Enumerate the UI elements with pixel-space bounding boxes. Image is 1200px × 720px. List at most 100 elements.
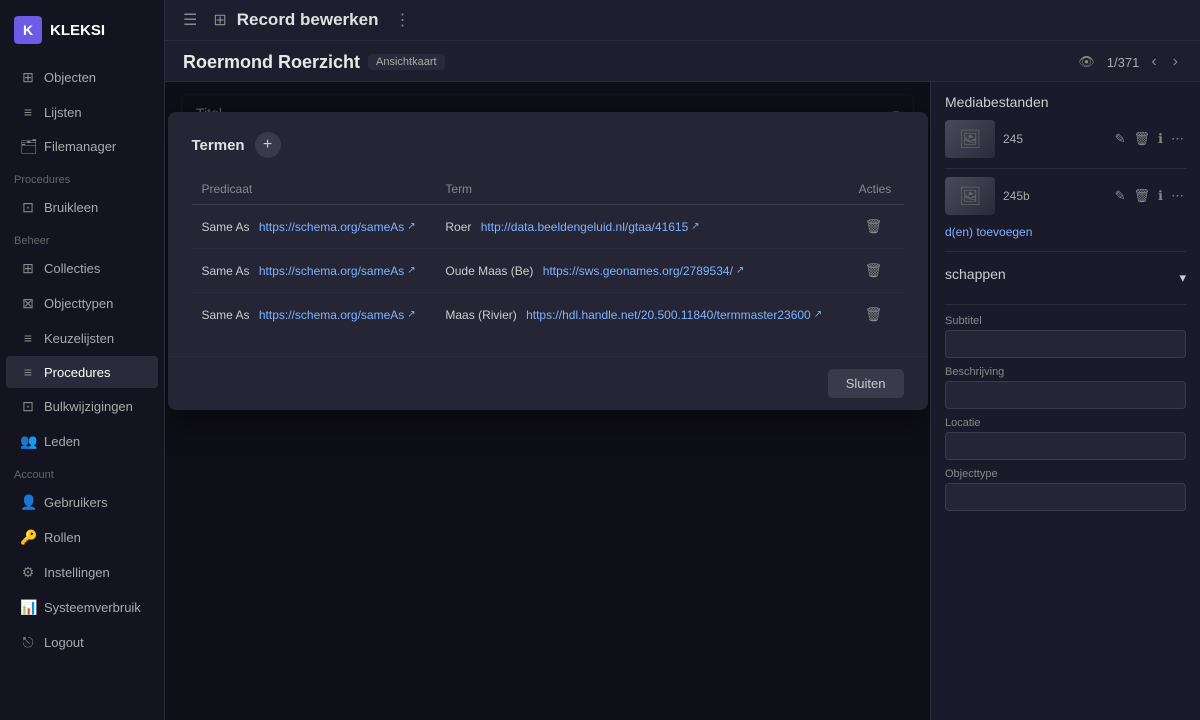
predicaat-link[interactable]: https://schema.org/sameAs ↗	[259, 220, 416, 234]
predicaat-column-header: Predicaat	[192, 174, 436, 205]
term-url-link[interactable]: https://hdl.handle.net/20.500.11840/term…	[526, 308, 822, 322]
more-media-button[interactable]: ⋯	[1169, 129, 1186, 149]
termen-table: Predicaat Term Acties Same As	[192, 174, 904, 336]
sidebar-item-label: Systeemverbruik	[44, 600, 141, 615]
sidebar-item-procedures[interactable]: ≡ Procedures	[6, 356, 158, 388]
predicaat-label: Same As	[202, 264, 250, 278]
table-row: Same As https://schema.org/sameAs ↗ Oude…	[192, 249, 904, 293]
sidebar-item-objecten[interactable]: ⊞ Objecten	[6, 61, 158, 94]
info-media-button[interactable]: ℹ	[1156, 186, 1165, 206]
checkbox-icon: ⊠	[20, 295, 36, 312]
gear-icon: ⚙	[20, 564, 36, 581]
external-link-icon: ↗	[691, 221, 699, 232]
eigenschappen-section: schappen ▾	[945, 260, 1186, 305]
left-panel: Titel ▾ Termen + Predi	[165, 82, 930, 720]
right-panel: Mediabestanden 🖼 245 ✎ 🗑 ℹ ⋯ 🖼	[930, 82, 1200, 720]
predicaat-cell: Same As https://schema.org/sameAs ↗	[192, 249, 436, 293]
locatie-label: Locatie	[945, 417, 1186, 429]
info-media-button[interactable]: ℹ	[1156, 129, 1165, 149]
delete-term-button[interactable]: 🗑	[859, 303, 889, 326]
modal-footer: Sluiten	[168, 356, 928, 410]
sidebar-item-rollen[interactable]: 🔑 Rollen	[6, 521, 158, 554]
table-row: Same As https://schema.org/sameAs ↗ Roer	[192, 205, 904, 249]
edit-media-button[interactable]: ✎	[1113, 186, 1128, 206]
sidebar-item-filemanager[interactable]: 🗂 Filemanager	[6, 130, 158, 163]
folder-icon: 🗂	[20, 138, 36, 155]
media-section-title: Mediabestanden	[945, 94, 1186, 110]
add-term-button[interactable]: +	[255, 132, 281, 158]
record-counter: 1/371	[1107, 55, 1140, 70]
sidebar-item-lijsten[interactable]: ≡ Lijsten	[6, 96, 158, 128]
eigenschappen-label: schappen	[945, 266, 1006, 282]
sidebar-item-label: Procedures	[44, 365, 110, 380]
sidebar-item-collecties[interactable]: ⊞ Collecties	[6, 252, 158, 285]
sidebar-item-label: Logout	[44, 635, 84, 650]
hamburger-icon[interactable]: ☰	[183, 10, 197, 30]
sidebar-item-bruikleen[interactable]: ⊡ Bruikleen	[6, 191, 158, 224]
grid-icon: ⊞	[213, 10, 226, 30]
delete-media-button[interactable]: 🗑	[1132, 129, 1153, 149]
app-logo: K KLEKSI	[0, 0, 164, 60]
term-url-link[interactable]: http://data.beeldengeluid.nl/gtaa/41615 …	[481, 220, 700, 234]
subtitel-input[interactable]	[945, 330, 1186, 358]
acties-column-header: Acties	[849, 174, 904, 205]
more-options-icon[interactable]: ⋮	[394, 10, 410, 30]
sidebar-item-label: Bruikleen	[44, 200, 98, 215]
box-icon: ⊡	[20, 199, 36, 216]
external-link-icon: ↗	[736, 265, 744, 276]
predicaat-cell: Same As https://schema.org/sameAs ↗	[192, 205, 436, 249]
sidebar-item-keuzelijsten[interactable]: ≡ Keuzelijsten	[6, 322, 158, 354]
beschrijving-input[interactable]	[945, 381, 1186, 409]
record-type-badge: Ansichtkaart	[368, 54, 445, 70]
term-column-header: Term	[435, 174, 848, 205]
external-link-icon: ↗	[814, 309, 822, 320]
topbar: ☰ ⊞ Record bewerken ⋮	[165, 0, 1200, 41]
objecttype-label: Objecttype	[945, 468, 1186, 480]
next-record-button[interactable]: ›	[1169, 51, 1182, 73]
sluiten-button[interactable]: Sluiten	[828, 369, 904, 398]
grid-icon: ⊞	[20, 69, 36, 86]
sidebar-item-bulkwijzigingen[interactable]: ⊡ Bulkwijzigingen	[6, 390, 158, 423]
sidebar-item-label: Lijsten	[44, 105, 82, 120]
add-media-button[interactable]: d(en) toevoegen	[945, 225, 1186, 239]
key-icon: 🔑	[20, 529, 36, 546]
sidebar-item-gebruikers[interactable]: 👤 Gebruikers	[6, 486, 158, 519]
term-url: https://sws.geonames.org/2789534/	[543, 264, 733, 278]
subtitel-label: Subtitel	[945, 315, 1186, 327]
predicaat-link[interactable]: https://schema.org/sameAs ↗	[259, 308, 416, 322]
procedures-icon: ≡	[20, 364, 36, 380]
eye-icon: 👁	[1078, 54, 1095, 70]
modal-header: Termen +	[192, 132, 904, 158]
predicaat-label: Same As	[202, 220, 250, 234]
edit-media-button[interactable]: ✎	[1113, 129, 1128, 149]
prev-record-button[interactable]: ‹	[1147, 51, 1160, 73]
beschrijving-label: Beschrijving	[945, 366, 1186, 378]
eigenschappen-header[interactable]: schappen ▾	[945, 260, 1186, 296]
right-bottom-fields: Subtitel Beschrijving Locatie Objecttype	[945, 315, 1186, 511]
external-link-icon: ↗	[407, 265, 415, 276]
sidebar-item-label: Leden	[44, 434, 80, 449]
locatie-input[interactable]	[945, 432, 1186, 460]
term-url: http://data.beeldengeluid.nl/gtaa/41615	[481, 220, 689, 234]
sidebar-item-instellingen[interactable]: ⚙ Instellingen	[6, 556, 158, 589]
sidebar-item-systeemverbruik[interactable]: 📊 Systeemverbruik	[6, 591, 158, 624]
section-divider	[945, 251, 1186, 252]
objecttype-input[interactable]	[945, 483, 1186, 511]
delete-term-button[interactable]: 🗑	[859, 215, 889, 238]
modal-overlay: Termen + Predicaat Term Acties	[165, 82, 930, 720]
more-media-button[interactable]: ⋯	[1169, 186, 1186, 206]
sidebar-item-label: Filemanager	[44, 139, 116, 154]
delete-media-button[interactable]: 🗑	[1132, 186, 1153, 206]
predicaat-link[interactable]: https://schema.org/sameAs ↗	[259, 264, 416, 278]
delete-term-button[interactable]: 🗑	[859, 259, 889, 282]
main-content: ☰ ⊞ Record bewerken ⋮ Roermond Roerzicht…	[165, 0, 1200, 720]
predicaat-label: Same As	[202, 308, 250, 322]
termen-title: Termen	[192, 137, 245, 154]
sidebar-item-label: Instellingen	[44, 565, 110, 580]
sidebar-item-objecttypen[interactable]: ⊠ Objecttypen	[6, 287, 158, 320]
list-icon: ≡	[20, 330, 36, 346]
term-url-link[interactable]: https://sws.geonames.org/2789534/ ↗	[543, 264, 745, 278]
sidebar-item-leden[interactable]: 👥 Leden	[6, 425, 158, 458]
sidebar-item-logout[interactable]: ⎋ Logout	[6, 626, 158, 659]
chart-icon: 📊	[20, 599, 36, 616]
